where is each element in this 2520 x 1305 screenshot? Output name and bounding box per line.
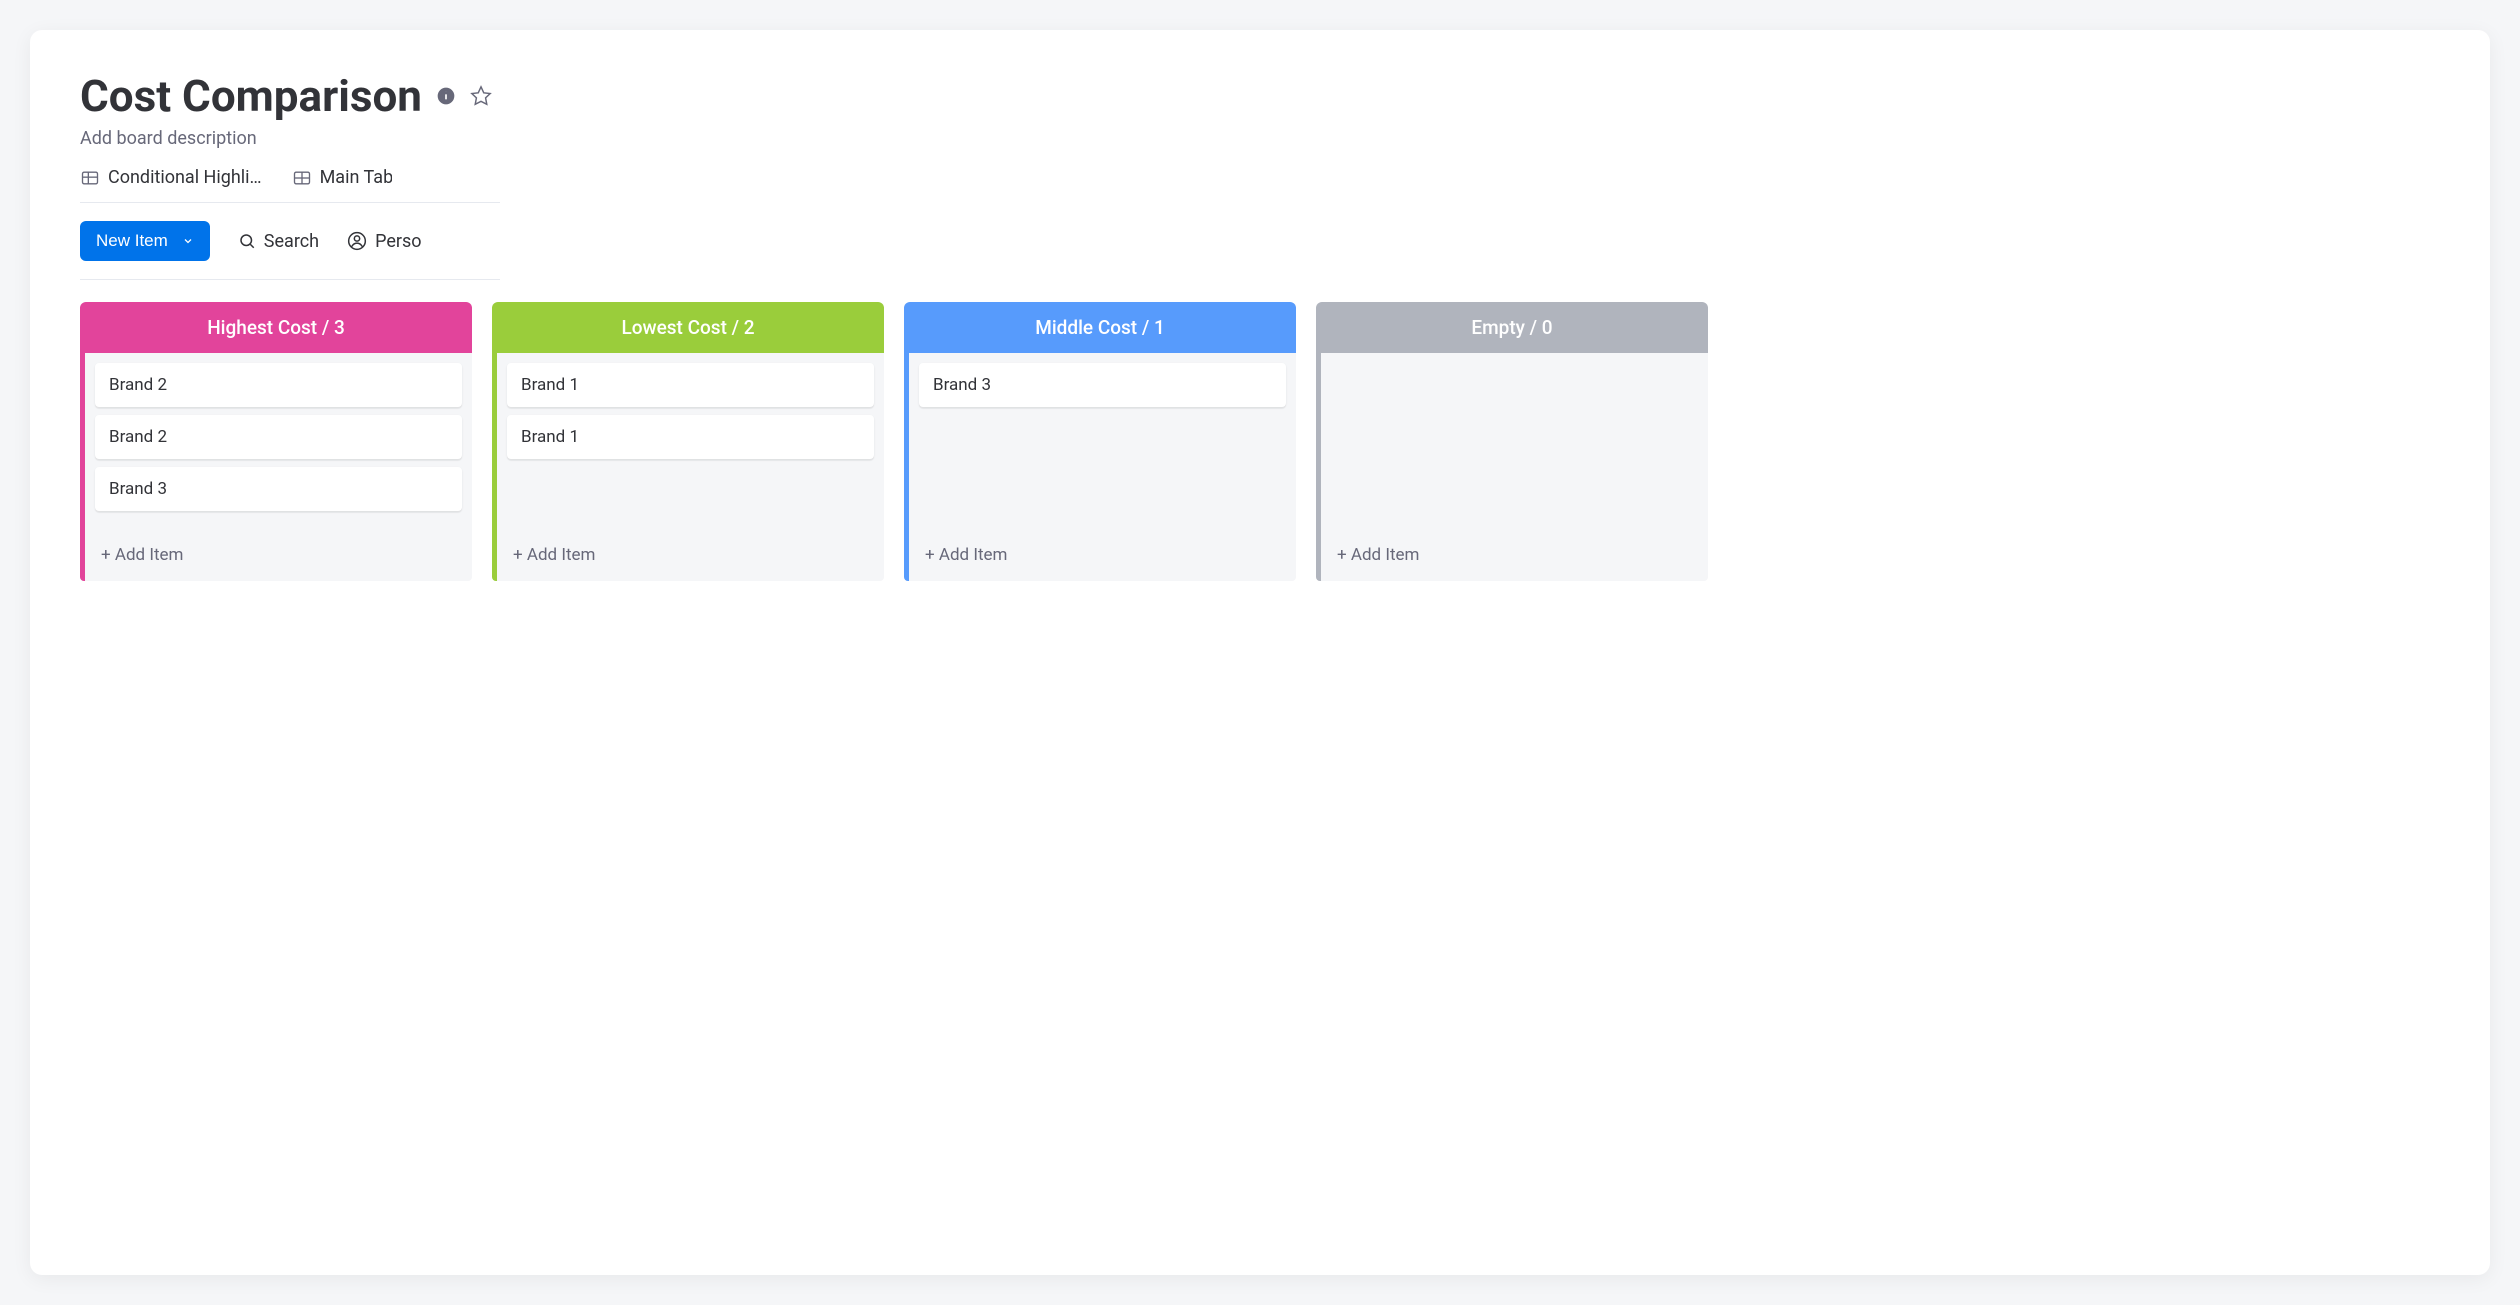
column-middle-cost: Middle Cost / 1 Brand 3 + Add Item [904, 302, 1296, 581]
card-item[interactable]: Brand 2 [95, 415, 462, 459]
board-title[interactable]: Cost Comparison [80, 70, 422, 122]
home-table-icon [80, 168, 100, 188]
card-item[interactable]: Brand 1 [507, 363, 874, 407]
column-spacer [1331, 363, 1698, 527]
person-label: Perso [375, 231, 421, 252]
card-item[interactable]: Brand 1 [507, 415, 874, 459]
board-header: Cost Comparison [80, 70, 2440, 122]
toolbar: New Item Search Perso [80, 221, 500, 280]
column-body: Brand 3 + Add Item [904, 353, 1296, 581]
column-header[interactable]: Lowest Cost / 2 [492, 302, 884, 353]
tab-main[interactable]: Main Tab [292, 167, 392, 188]
add-item-button[interactable]: + Add Item [95, 535, 462, 573]
tab-conditional-highlight[interactable]: Conditional Highli… [80, 167, 262, 188]
column-body: Brand 1 Brand 1 + Add Item [492, 353, 884, 581]
board-container: Cost Comparison Add board description Co… [30, 30, 2490, 1275]
card-item[interactable]: Brand 2 [95, 363, 462, 407]
board-description[interactable]: Add board description [80, 128, 2440, 149]
card-item[interactable]: Brand 3 [95, 467, 462, 511]
chevron-down-icon [182, 235, 194, 247]
card-item[interactable]: Brand 3 [919, 363, 1286, 407]
kanban-board: Highest Cost / 3 Brand 2 Brand 2 Brand 3… [80, 302, 2440, 581]
star-icon[interactable] [470, 85, 492, 107]
tabs-row: Conditional Highli… Main Tab [80, 167, 500, 203]
add-item-button[interactable]: + Add Item [507, 535, 874, 573]
column-empty: Empty / 0 + Add Item [1316, 302, 1708, 581]
new-item-button[interactable]: New Item [80, 221, 210, 261]
person-filter[interactable]: Perso [347, 231, 421, 252]
column-highest-cost: Highest Cost / 3 Brand 2 Brand 2 Brand 3… [80, 302, 472, 581]
tab-label: Conditional Highli… [108, 167, 262, 188]
search-icon [238, 232, 256, 250]
search-action[interactable]: Search [238, 231, 319, 252]
tab-label: Main Tab [320, 167, 392, 188]
column-header[interactable]: Empty / 0 [1316, 302, 1708, 353]
table-icon [292, 168, 312, 188]
column-header[interactable]: Highest Cost / 3 [80, 302, 472, 353]
column-spacer [507, 467, 874, 527]
new-item-label: New Item [96, 231, 168, 251]
column-spacer [919, 415, 1286, 527]
column-header[interactable]: Middle Cost / 1 [904, 302, 1296, 353]
column-lowest-cost: Lowest Cost / 2 Brand 1 Brand 1 + Add It… [492, 302, 884, 581]
column-body: Brand 2 Brand 2 Brand 3 + Add Item [80, 353, 472, 581]
add-item-button[interactable]: + Add Item [919, 535, 1286, 573]
column-body: + Add Item [1316, 353, 1708, 581]
person-icon [347, 231, 367, 251]
search-label: Search [264, 231, 319, 252]
add-item-button[interactable]: + Add Item [1331, 535, 1698, 573]
info-icon[interactable] [436, 86, 456, 106]
